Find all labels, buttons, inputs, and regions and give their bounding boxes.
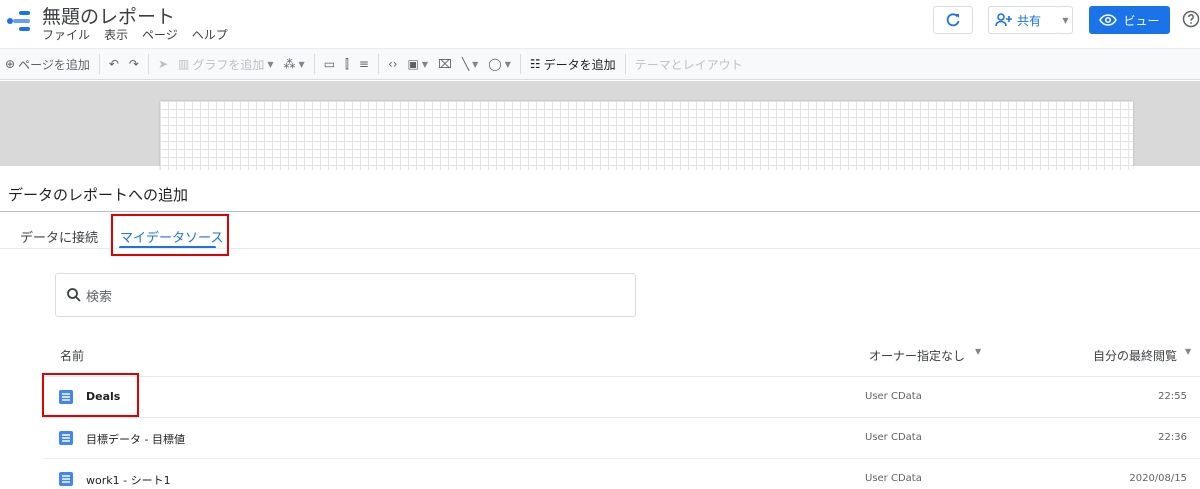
- highlight-box: [42, 373, 139, 417]
- toolbar: ⊕ ページを追加 ↶ ↷ ➤ ▥ グラフを追加 ▼ ⁂ ▼ ▭ ⫿ ≡ ‹› ▣…: [0, 48, 1200, 80]
- chevron-down-icon: ▼: [298, 59, 305, 69]
- line-icon: ╲: [461, 57, 470, 71]
- data-control-button[interactable]: ⫿: [340, 49, 354, 79]
- toolbar-separator: [98, 54, 100, 74]
- share-dropdown-button[interactable]: ▼: [1059, 6, 1073, 34]
- app-header: 無題のレポート ファイル 表示 ページ ヘルプ 共有 ▼ ビュー: [0, 0, 1200, 44]
- cursor-icon: ➤: [157, 57, 169, 71]
- embed-button[interactable]: ‹›: [383, 49, 403, 79]
- row-last-viewed: 2020/08/15: [1129, 473, 1187, 484]
- add-page-label: ページを追加: [18, 57, 90, 72]
- toolbar-separator: [624, 54, 626, 74]
- add-data-panel: データのレポートへの追加 データに接続 マイデータソース 検索 名前 オーナー指…: [0, 170, 1200, 489]
- add-chart-label: グラフを追加: [192, 57, 265, 72]
- row-name: work1 - シート1: [86, 474, 171, 487]
- chevron-down-icon: ▼: [504, 59, 511, 69]
- add-data-icon: ☷: [529, 57, 541, 71]
- toolbar-separator: [313, 54, 315, 74]
- menu-bar: ファイル 表示 ページ ヘルプ: [42, 26, 228, 43]
- search-field[interactable]: 検索: [55, 273, 636, 317]
- shape-icon: ◯: [488, 57, 502, 71]
- view-button[interactable]: ビュー: [1089, 6, 1170, 34]
- chart-icon: ▥: [178, 57, 190, 71]
- chevron-down-icon: ▼: [421, 59, 429, 69]
- view-label: ビュー: [1123, 13, 1160, 28]
- search-icon: [67, 288, 81, 302]
- column-header-owner[interactable]: オーナー指定なし ▼: [869, 347, 981, 364]
- logo-icon[interactable]: [6, 8, 32, 34]
- refresh-button[interactable]: [933, 6, 973, 34]
- chevron-down-icon: ▼: [975, 347, 982, 356]
- data-source-row[interactable]: Deals User CData 22:55: [44, 376, 1200, 417]
- text-box-icon: ⌧: [438, 57, 452, 71]
- undo-icon: ↶: [108, 57, 119, 71]
- data-source-row[interactable]: work1 - シート1 User CData 2020/08/15: [44, 458, 1200, 489]
- redo-button[interactable]: ↷: [124, 49, 144, 79]
- row-name: 目標データ - 目標値: [86, 433, 185, 446]
- filter-icon: ≡: [358, 57, 369, 71]
- tab-connect-data[interactable]: データに接続: [20, 227, 98, 246]
- share-label: 共有: [1016, 13, 1041, 28]
- calendar-icon: ▭: [323, 57, 336, 71]
- report-canvas[interactable]: [160, 101, 1133, 171]
- control-icon: ⁂: [283, 57, 296, 71]
- menu-page[interactable]: ページ: [142, 26, 178, 43]
- select-button[interactable]: ➤: [153, 49, 173, 79]
- doc-icon: [59, 472, 73, 486]
- share-button[interactable]: 共有: [988, 6, 1060, 34]
- column-header-last-viewed[interactable]: 自分の最終閲覧 ▼: [1093, 347, 1191, 364]
- filter-button[interactable]: ≡: [354, 49, 374, 79]
- chevron-down-icon: ▼: [267, 59, 274, 69]
- code-icon: ‹›: [387, 57, 398, 71]
- column-header-name[interactable]: 名前: [60, 347, 84, 364]
- menu-file[interactable]: ファイル: [42, 26, 90, 43]
- toolbar-separator: [377, 54, 379, 74]
- doc-icon: [59, 431, 73, 445]
- menu-help[interactable]: ヘルプ: [192, 26, 228, 43]
- panel-divider: [0, 211, 1200, 212]
- refresh-icon: [946, 13, 960, 27]
- chevron-down-icon: ▼: [1185, 347, 1192, 356]
- add-control-button[interactable]: ⁂ ▼: [279, 49, 310, 79]
- row-last-viewed: 22:36: [1158, 432, 1187, 443]
- search-placeholder: 検索: [86, 289, 113, 305]
- report-title[interactable]: 無題のレポート: [42, 2, 175, 29]
- theme-layout-button[interactable]: テーマとレイアウト: [630, 49, 748, 79]
- theme-layout-label: テーマとレイアウト: [634, 57, 743, 72]
- add-chart-button[interactable]: ▥ グラフを追加 ▼: [173, 49, 279, 79]
- line-button[interactable]: ╲ ▼: [457, 49, 483, 79]
- eye-icon: [1099, 14, 1118, 26]
- row-owner: User CData: [865, 432, 922, 443]
- highlight-box: [111, 214, 229, 256]
- help-icon[interactable]: [1182, 10, 1200, 28]
- toolbar-separator: [147, 54, 149, 74]
- row-last-viewed: 22:55: [1158, 391, 1187, 402]
- add-person-icon: [995, 13, 1012, 27]
- add-data-button[interactable]: ☷ データを追加: [525, 49, 621, 79]
- menu-view[interactable]: 表示: [104, 26, 128, 43]
- panel-title: データのレポートへの追加: [8, 186, 189, 204]
- image-button[interactable]: ▣ ▼: [403, 49, 434, 79]
- image-icon: ▣: [407, 57, 419, 71]
- row-owner: User CData: [865, 391, 922, 402]
- undo-button[interactable]: ↶: [104, 49, 124, 79]
- data-source-row[interactable]: 目標データ - 目標値 User CData 22:36: [44, 417, 1200, 458]
- add-data-label: データを追加: [543, 57, 616, 72]
- redo-icon: ↷: [128, 57, 139, 71]
- owner-filter-label: オーナー指定なし: [869, 349, 966, 363]
- toolbar-separator: [519, 54, 521, 74]
- last-viewed-label: 自分の最終閲覧: [1093, 349, 1178, 363]
- add-circle-icon: ⊕: [5, 57, 16, 71]
- chevron-down-icon: ▼: [472, 59, 479, 69]
- text-button[interactable]: ⌧: [433, 49, 457, 79]
- data-control-icon: ⫿: [345, 56, 349, 71]
- shape-button[interactable]: ◯ ▼: [483, 49, 516, 79]
- row-owner: User CData: [865, 473, 922, 484]
- chevron-down-icon: ▼: [1062, 15, 1069, 25]
- date-range-button[interactable]: ▭: [319, 49, 340, 79]
- add-page-button[interactable]: ⊕ ページを追加: [0, 49, 95, 79]
- report-canvas-area: [0, 81, 1200, 171]
